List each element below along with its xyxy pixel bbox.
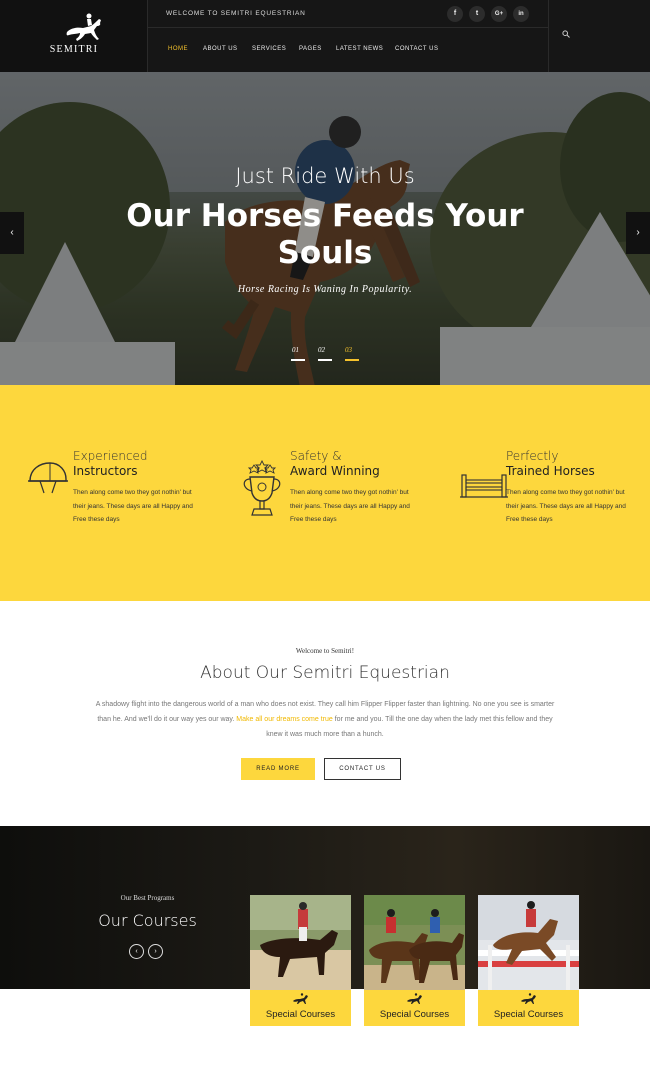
courses-prev-button[interactable]: ‹: [129, 944, 144, 959]
about-paragraph: A shadowy flight into the dangerous worl…: [95, 697, 555, 742]
facebook-icon[interactable]: f: [447, 6, 463, 22]
slide-indicator-3[interactable]: [345, 359, 359, 361]
hero-tagline: Horse Racing Is Waning In Popularity.: [237, 284, 413, 295]
course-3-image: [478, 895, 579, 990]
trophy-icon: [243, 459, 281, 516]
course-2-image: [364, 895, 465, 990]
course-card-3[interactable]: Special Courses: [478, 895, 579, 1026]
hero-slider: Just Ride With Us Our Horses Feeds Your …: [0, 72, 650, 385]
courses-title: Our Courses: [98, 911, 197, 930]
nav-latest-news[interactable]: LATEST NEWS: [336, 46, 383, 52]
slide-indicator-1[interactable]: [291, 359, 305, 361]
course-1-label: Special Courses: [265, 1009, 336, 1020]
about-kicker: Welcome to Semitri!: [295, 647, 355, 655]
slide-dot-1[interactable]: 01: [292, 346, 299, 354]
course-1-footer: Special Courses: [250, 990, 351, 1026]
horse-rider-icon: [521, 993, 536, 1004]
google-plus-icon[interactable]: G+: [491, 6, 507, 22]
horse-rider-logo-icon: [66, 13, 101, 41]
course-3-label: Special Courses: [493, 1009, 564, 1020]
feature-1-title-line1: Experienced: [73, 449, 148, 463]
brand-name: SEMITRI: [49, 44, 99, 55]
search-button[interactable]: [548, 0, 650, 72]
hero-next-arrow[interactable]: ›: [626, 212, 650, 254]
course-3-photo: [478, 895, 579, 990]
courses-kicker: Our Best Programs: [120, 894, 175, 902]
feature-2-title-line2: Award Winning: [290, 464, 380, 478]
search-icon: [562, 30, 570, 38]
course-2-footer: Special Courses: [364, 990, 465, 1026]
site-header: SEMITRI WELCOME TO SEMITRI EQUESTRIAN f …: [0, 0, 650, 72]
feature-3-title-line1: Perfectly: [506, 449, 559, 463]
courses-next-button[interactable]: ›: [148, 944, 163, 959]
about-section: Welcome to Semitri! About Our Semitri Eq…: [0, 601, 650, 826]
feature-1-text: Then along come two they got nothin' but…: [73, 489, 193, 523]
course-2-photo: [364, 895, 465, 990]
slide-dot-2[interactable]: 02: [318, 346, 325, 354]
feature-1-title-line2: Instructors: [73, 464, 138, 478]
hero-subtitle: Just Ride With Us: [235, 164, 415, 188]
about-text-highlight: Make all our dreams come true: [236, 716, 333, 723]
horse-rider-icon: [293, 993, 308, 1004]
logo[interactable]: SEMITRI: [0, 0, 148, 72]
course-1-photo: [250, 895, 351, 990]
course-card-1[interactable]: Special Courses: [250, 895, 351, 1026]
nav-contact-us[interactable]: CONTACT US: [395, 46, 438, 52]
contact-us-button[interactable]: CONTACT US: [324, 758, 401, 780]
fence-icon: [460, 474, 508, 498]
top-bar: WELCOME TO SEMITRI EQUESTRIAN f t G+ in: [148, 0, 548, 28]
course-2-label: Special Courses: [379, 1009, 450, 1020]
helmet-icon: [28, 462, 68, 494]
course-1-image: [250, 895, 351, 990]
linkedin-icon[interactable]: in: [513, 6, 529, 22]
nav-about-us[interactable]: ABOUT US: [203, 46, 238, 52]
features-section: Experienced Instructors Then along come …: [0, 385, 650, 601]
course-3-footer: Special Courses: [478, 990, 579, 1026]
main-nav: HOME ABOUT US SERVICES PAGES LATEST NEWS…: [148, 28, 548, 72]
slide-indicator-2[interactable]: [318, 359, 332, 361]
course-card-2[interactable]: Special Courses: [364, 895, 465, 1026]
hero-prev-arrow[interactable]: ‹: [0, 212, 24, 254]
feature-3-title-line2: Trained Horses: [506, 464, 595, 478]
nav-pages[interactable]: PAGES: [299, 46, 322, 52]
feature-2-text: Then along come two they got nothin' but…: [290, 489, 410, 523]
feature-2-title-line1: Safety &: [290, 449, 342, 463]
read-more-button[interactable]: READ MORE: [241, 758, 315, 780]
hero-title: Our Horses Feeds Your Souls: [126, 198, 524, 271]
nav-home[interactable]: HOME: [168, 46, 188, 52]
about-title: About Our Semitri Equestrian: [200, 663, 450, 683]
horse-rider-icon: [407, 993, 422, 1004]
nav-services[interactable]: SERVICES: [252, 46, 286, 52]
feature-3-text: Then along come two they got nothin' but…: [506, 489, 626, 523]
twitter-icon[interactable]: t: [469, 6, 485, 22]
welcome-text: WELCOME TO SEMITRI EQUESTRIAN: [166, 10, 306, 17]
slide-dot-3[interactable]: 03: [345, 346, 352, 354]
